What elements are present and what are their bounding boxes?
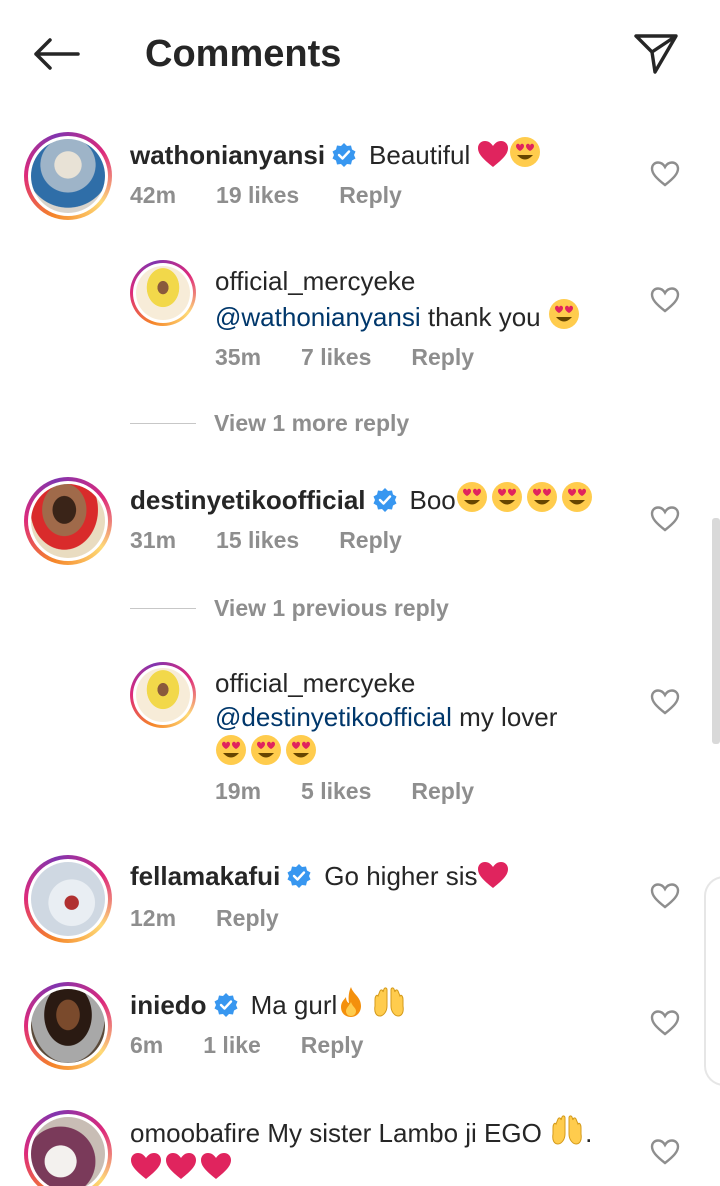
comment-item: destinyetikoofficial Boo 31m 15 likes Rep… bbox=[0, 477, 720, 577]
view-more-replies[interactable]: View 1 more reply bbox=[130, 410, 409, 437]
like-heart-icon[interactable] bbox=[650, 1138, 680, 1166]
raising-hands-emoji-icon bbox=[552, 1115, 582, 1145]
mention-link[interactable]: @destinyetikoofficial bbox=[215, 702, 452, 732]
verified-badge-icon bbox=[373, 488, 396, 512]
like-heart-icon[interactable] bbox=[650, 882, 680, 910]
avatar[interactable] bbox=[24, 855, 112, 943]
comment-text: my lover bbox=[459, 702, 558, 732]
comment-text-end: . bbox=[585, 1118, 593, 1148]
red-heart-icon bbox=[478, 141, 509, 167]
heart-eyes-emoji-icon bbox=[510, 137, 541, 167]
comment-username[interactable]: destinyetikoofficial bbox=[130, 485, 366, 515]
divider-line bbox=[130, 608, 196, 609]
reply-button[interactable]: Reply bbox=[301, 1032, 364, 1059]
avatar[interactable] bbox=[130, 260, 196, 326]
like-heart-icon[interactable] bbox=[650, 160, 680, 188]
heart-eyes-emoji-icon bbox=[491, 482, 522, 512]
verified-badge-icon bbox=[332, 143, 356, 167]
raising-hands-emoji-icon bbox=[374, 987, 405, 1017]
comment-time: 35m bbox=[215, 344, 262, 370]
share-button[interactable] bbox=[630, 28, 682, 78]
verified-badge-icon bbox=[287, 864, 311, 888]
heart-eyes-emoji-icon bbox=[286, 735, 316, 765]
heart-eyes-emoji-icon bbox=[456, 482, 487, 512]
reply-button[interactable]: Reply bbox=[216, 905, 279, 932]
comment-item: fellamakafui Go higher sis 12m Reply bbox=[0, 855, 720, 955]
heart-eyes-emoji-icon bbox=[526, 482, 557, 512]
page-title: Comments bbox=[145, 33, 342, 75]
fire-emoji-icon bbox=[341, 987, 362, 1017]
view-more-label: View 1 more reply bbox=[214, 410, 410, 436]
red-heart-icon bbox=[166, 1153, 196, 1179]
comment-likes[interactable]: 1 like bbox=[203, 1032, 261, 1059]
comment-time: 19m bbox=[215, 778, 262, 804]
comment-item: omoobafire My sister Lambo ji EGO . bbox=[0, 1110, 720, 1186]
like-heart-icon[interactable] bbox=[650, 505, 680, 533]
comment-item: wathonianyansi Beautiful 42m 19 likes Rep… bbox=[0, 132, 720, 232]
comment-time: 31m bbox=[130, 527, 177, 553]
heart-eyes-emoji-icon bbox=[548, 299, 579, 329]
avatar[interactable] bbox=[24, 1110, 112, 1186]
divider-line bbox=[130, 423, 196, 424]
reply-button[interactable]: Reply bbox=[411, 344, 474, 371]
comment-username[interactable]: fellamakafui bbox=[130, 861, 280, 891]
scrollbar[interactable] bbox=[712, 518, 720, 744]
view-more-label: View 1 previous reply bbox=[214, 595, 449, 621]
comment-username[interactable]: omoobafire bbox=[130, 1118, 260, 1148]
edge-panel-handle[interactable] bbox=[704, 876, 720, 1086]
comment-text: Boo bbox=[409, 485, 456, 515]
avatar[interactable] bbox=[24, 477, 112, 565]
red-heart-icon bbox=[131, 1153, 161, 1179]
like-heart-icon[interactable] bbox=[650, 1009, 680, 1037]
red-heart-icon bbox=[478, 862, 509, 888]
like-heart-icon[interactable] bbox=[650, 286, 680, 314]
comment-text: My sister Lambo ji EGO bbox=[267, 1118, 542, 1148]
view-previous-replies[interactable]: View 1 previous reply bbox=[130, 595, 449, 622]
reply-item: official_mercyeke @destinyetikoofficial … bbox=[0, 662, 720, 812]
back-button[interactable] bbox=[28, 30, 84, 78]
comment-username[interactable]: wathonianyansi bbox=[130, 140, 325, 170]
comment-item: iniedo Ma gurl 6m 1 like Reply bbox=[0, 982, 720, 1082]
avatar[interactable] bbox=[24, 982, 112, 1070]
comment-text: Beautiful bbox=[369, 140, 471, 170]
comment-likes[interactable]: 5 likes bbox=[301, 778, 371, 805]
avatar[interactable] bbox=[24, 132, 112, 220]
comment-time: 12m bbox=[130, 905, 177, 931]
comment-likes[interactable]: 19 likes bbox=[216, 182, 299, 209]
like-heart-icon[interactable] bbox=[650, 688, 680, 716]
red-heart-icon bbox=[201, 1153, 231, 1179]
mention-link[interactable]: @wathonianyansi bbox=[215, 302, 421, 332]
comment-time: 42m bbox=[130, 182, 177, 208]
paper-plane-icon bbox=[634, 34, 678, 74]
heart-eyes-emoji-icon bbox=[561, 482, 592, 512]
back-arrow-icon bbox=[34, 38, 80, 70]
comment-text: Go higher sis bbox=[324, 861, 478, 891]
comment-text: thank you bbox=[427, 302, 541, 332]
reply-button[interactable]: Reply bbox=[411, 778, 474, 805]
verified-badge-icon bbox=[214, 993, 238, 1017]
reply-button[interactable]: Reply bbox=[339, 527, 402, 554]
comment-text: Ma gurl bbox=[250, 990, 338, 1020]
avatar[interactable] bbox=[130, 662, 196, 728]
comment-likes[interactable]: 15 likes bbox=[216, 527, 299, 554]
heart-eyes-emoji-icon bbox=[216, 735, 246, 765]
heart-eyes-emoji-icon bbox=[251, 735, 281, 765]
comment-username[interactable]: official_mercyeke bbox=[215, 266, 415, 296]
comment-username[interactable]: iniedo bbox=[130, 990, 207, 1020]
reply-item: official_mercyeke @wathonianyansi thank … bbox=[0, 260, 720, 380]
comment-likes[interactable]: 7 likes bbox=[301, 344, 371, 371]
comment-time: 6m bbox=[130, 1032, 164, 1058]
comment-username[interactable]: official_mercyeke bbox=[215, 668, 415, 698]
reply-button[interactable]: Reply bbox=[339, 182, 402, 209]
comments-header: Comments bbox=[0, 0, 720, 108]
